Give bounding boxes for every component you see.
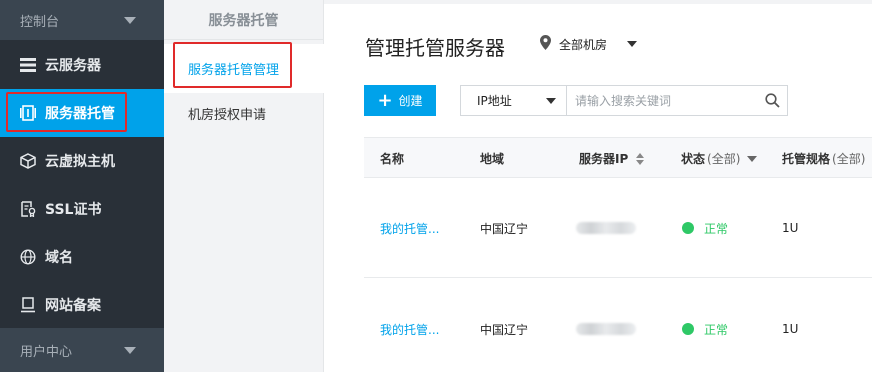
chevron-down-icon [124, 16, 136, 24]
sort-icon[interactable] [636, 152, 645, 165]
column-region: 地域 [480, 152, 505, 166]
column-spec-label: 托管规格 [782, 152, 831, 166]
globe-icon [20, 249, 36, 265]
create-button[interactable]: + 创建 [364, 85, 436, 116]
column-name: 名称 [380, 152, 405, 166]
create-button-label: 创建 [398, 94, 423, 108]
console-page: 控制台 云服务器 服务器托管 云虚拟主机 SSL证书 域名 网站备案 用户中心 … [0, 0, 872, 372]
server-ip [576, 279, 636, 372]
server-name-link[interactable]: 我的托管... [380, 279, 439, 372]
highlight-box [6, 92, 127, 132]
sidebar-item-label: 云虚拟主机 [45, 154, 115, 170]
redacted-ip [576, 222, 636, 234]
sidebar-item-label: 云服务器 [45, 58, 101, 74]
console-header[interactable]: 控制台 [0, 0, 164, 40]
status-ok-icon [682, 323, 694, 335]
highlight-box [173, 42, 292, 88]
status-text: 正常 [704, 221, 729, 236]
subnav-title: 服务器托管 [164, 0, 323, 40]
search-icon[interactable] [757, 86, 787, 115]
column-status[interactable]: 状态 (全部) [681, 138, 758, 179]
list-icon [20, 57, 36, 73]
chevron-down-icon[interactable] [747, 155, 758, 162]
chevron-down-icon [124, 346, 136, 354]
server-region: 中国辽宁 [480, 221, 529, 236]
chevron-down-icon [627, 41, 638, 47]
server-ip [576, 178, 636, 278]
sidebar-item-label: 网站备案 [45, 298, 101, 314]
user-center-header[interactable]: 用户中心 [0, 328, 164, 372]
subnav-item-room-auth[interactable]: 机房授权申请 [164, 89, 324, 138]
table-row: 我的托管... 中国辽宁 正常 1U [364, 279, 872, 372]
location-pin-icon [540, 35, 551, 53]
sidebar-item-label: 域名 [45, 250, 73, 266]
server-status: 正常 [682, 279, 728, 372]
record-icon [20, 297, 36, 313]
search-input[interactable] [567, 86, 757, 115]
plus-icon: + [377, 89, 393, 111]
column-ip-label: 服务器IP [579, 152, 629, 166]
cube-icon [20, 153, 36, 169]
sidebar-item-virtual-host[interactable]: 云虚拟主机 [0, 137, 164, 185]
server-region: 中国辽宁 [480, 322, 529, 337]
redacted-ip [576, 323, 636, 335]
server-status: 正常 [682, 178, 728, 278]
table-row: 我的托管... 中国辽宁 正常 1U [364, 178, 872, 278]
certificate-icon [20, 201, 36, 217]
sidebar-item-domain[interactable]: 域名 [0, 233, 164, 281]
column-status-filter: (全部) [707, 152, 741, 166]
column-ip[interactable]: 服务器IP [579, 138, 645, 179]
server-name-link[interactable]: 我的托管... [380, 178, 439, 278]
sidebar-item-label: SSL证书 [45, 202, 102, 218]
main-content: 管理托管服务器 全部机房 + 创建 IP地址 名称 地域 [324, 0, 872, 372]
region-selector[interactable]: 全部机房 [540, 35, 638, 53]
user-center-label: 用户中心 [20, 344, 73, 360]
search-bar: IP地址 [460, 85, 788, 116]
chevron-down-icon [546, 97, 556, 104]
sidebar-item-icp-record[interactable]: 网站备案 [0, 281, 164, 329]
status-text: 正常 [704, 322, 729, 337]
sidebar-item-ssl[interactable]: SSL证书 [0, 185, 164, 233]
sidebar-item-cloud-server[interactable]: 云服务器 [0, 41, 164, 89]
main-sidebar: 控制台 云服务器 服务器托管 云虚拟主机 SSL证书 域名 网站备案 用户中心 [0, 0, 164, 372]
server-spec: 1U [782, 322, 799, 336]
column-spec-filter: (全部) [832, 152, 866, 166]
table-header: 名称 地域 服务器IP 状态 (全部) 托管规格 (全部) [364, 137, 872, 178]
column-status-label: 状态 [681, 152, 706, 166]
search-field-select[interactable]: IP地址 [461, 86, 567, 115]
search-field-label: IP地址 [477, 94, 512, 108]
column-spec[interactable]: 托管规格 (全部) [782, 138, 865, 179]
region-label: 全部机房 [559, 37, 608, 52]
server-spec: 1U [782, 221, 799, 235]
status-ok-icon [682, 222, 694, 234]
page-title: 管理托管服务器 [365, 36, 505, 60]
console-header-label: 控制台 [20, 14, 60, 30]
top-divider [324, 0, 872, 4]
